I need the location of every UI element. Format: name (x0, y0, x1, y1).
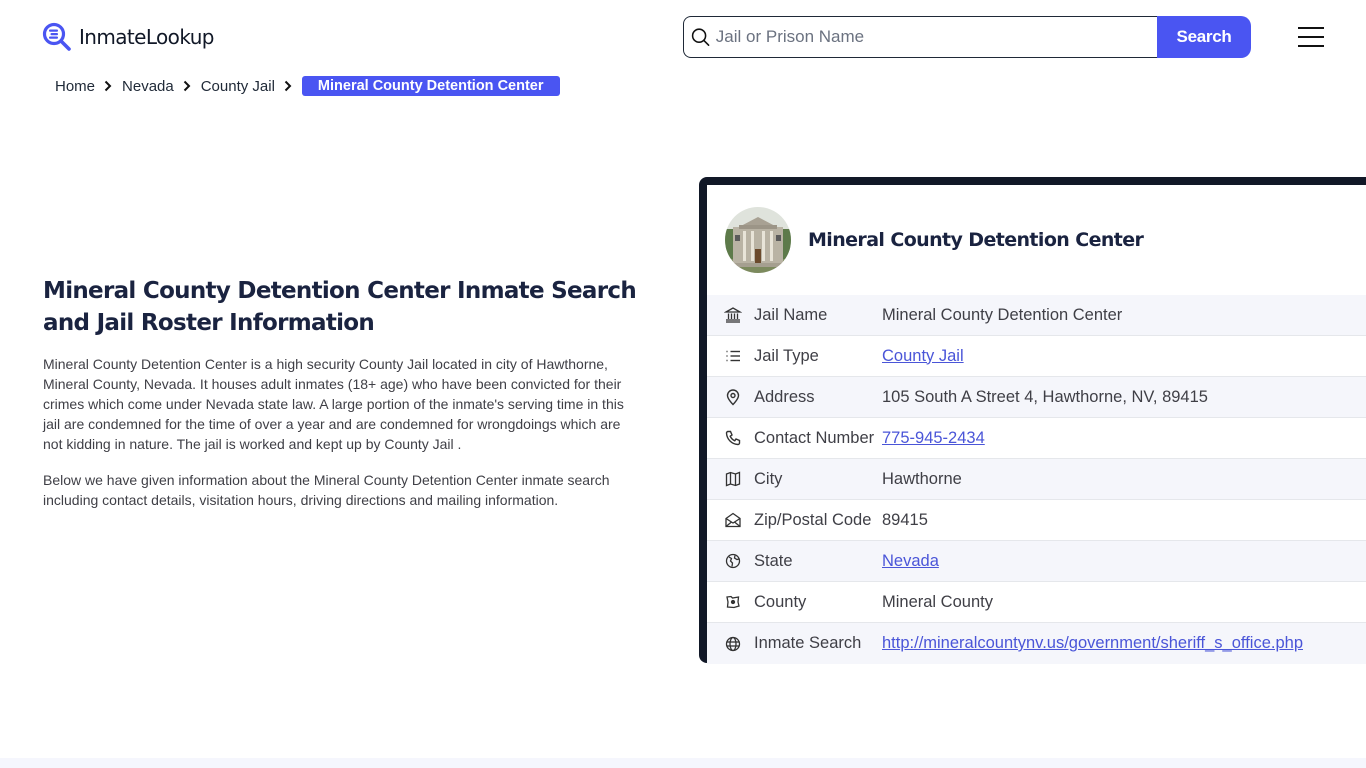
search-input[interactable] (715, 27, 1157, 47)
chevron-right-icon (183, 80, 191, 92)
detail-row-jail-type: Jail Type County Jail (707, 336, 1366, 377)
breadcrumb-nevada[interactable]: Nevada (122, 78, 174, 95)
detail-row-contact-number: Contact Number 775-945-2434 (707, 418, 1366, 459)
detail-label: County (754, 592, 807, 611)
phone-number-link[interactable]: 775-945-2434 (882, 429, 985, 447)
breadcrumb: Home Nevada County Jail Mineral County D… (55, 76, 560, 96)
hamburger-menu-button[interactable] (1298, 27, 1324, 47)
courthouse-image-icon (725, 207, 791, 273)
map-icon (725, 471, 741, 487)
globe-icon (725, 636, 741, 651)
detail-label: City (754, 469, 783, 488)
hamburger-icon-bar (1298, 36, 1324, 38)
chevron-right-icon (284, 80, 292, 92)
detail-label: Zip/Postal Code (754, 510, 872, 529)
chevron-right-icon (104, 80, 112, 92)
logo-text: InmateLookup (79, 25, 214, 49)
facility-photo (725, 207, 791, 273)
inmate-search-url-link[interactable]: http://mineralcountynv.us/government/she… (882, 634, 1303, 652)
detail-value: 89415 (882, 510, 928, 529)
county-map-icon (726, 595, 740, 609)
detail-row-state: State Nevada (707, 541, 1366, 582)
intro-paragraph: Mineral County Detention Center is a hig… (43, 356, 624, 452)
map-pin-icon (726, 389, 740, 406)
facility-details-list: Jail Name Mineral County Detention Cente… (707, 295, 1366, 664)
search-button[interactable]: Search (1157, 16, 1251, 58)
breadcrumb-county-jail[interactable]: County Jail (201, 78, 275, 95)
card-header: Mineral County Detention Center (707, 185, 1366, 295)
jail-type-link[interactable]: County Jail (882, 347, 964, 365)
detail-label: State (754, 551, 793, 570)
detail-label: Inmate Search (754, 634, 862, 652)
detail-row-address: Address 105 South A Street 4, Hawthorne,… (707, 377, 1366, 418)
logo-magnifier-icon (42, 22, 71, 51)
state-link[interactable]: Nevada (882, 552, 939, 570)
intro-text: Mineral County Detention Center is a hig… (43, 354, 633, 526)
detail-value: 105 South A Street 4, Hawthorne, NV, 894… (882, 387, 1208, 406)
logo-link[interactable]: InmateLookup (42, 22, 214, 52)
hamburger-icon-bar (1298, 45, 1324, 47)
search-box (683, 16, 1157, 58)
phone-icon (725, 430, 741, 446)
facility-name: Mineral County Detention Center (808, 229, 1144, 251)
detail-value: Mineral County (882, 592, 993, 611)
list-icon (726, 350, 740, 362)
hamburger-icon-bar (1298, 27, 1324, 29)
search-icon (691, 28, 710, 47)
detail-label: Jail Name (754, 305, 828, 324)
detail-row-zip-code: Zip/Postal Code 89415 (707, 500, 1366, 541)
detail-value: Mineral County Detention Center (882, 305, 1123, 324)
breadcrumb-home[interactable]: Home (55, 78, 95, 95)
mail-open-icon (725, 512, 741, 528)
world-icon (725, 553, 741, 569)
detail-row-inmate-search: Inmate Search http://mineralcountynv.us/… (707, 623, 1366, 664)
page-title: Mineral County Detention Center Inmate S… (43, 278, 637, 336)
detail-row-jail-name: Jail Name Mineral County Detention Cente… (707, 295, 1366, 336)
intro-paragraph: Below we have given information about th… (43, 472, 610, 508)
detail-value: Hawthorne (882, 469, 962, 488)
detail-label: Contact Number (754, 428, 875, 447)
search-form: Search (683, 16, 1251, 58)
footer-section-top (0, 758, 1366, 768)
facility-info-card: Mineral County Detention Center Jail Nam… (699, 177, 1366, 664)
building-icon (724, 307, 742, 323)
breadcrumb-current: Mineral County Detention Center (301, 76, 560, 96)
detail-label: Jail Type (754, 346, 819, 365)
detail-row-county: County Mineral County (707, 582, 1366, 623)
detail-label: Address (754, 387, 815, 406)
detail-row-city: City Hawthorne (707, 459, 1366, 500)
